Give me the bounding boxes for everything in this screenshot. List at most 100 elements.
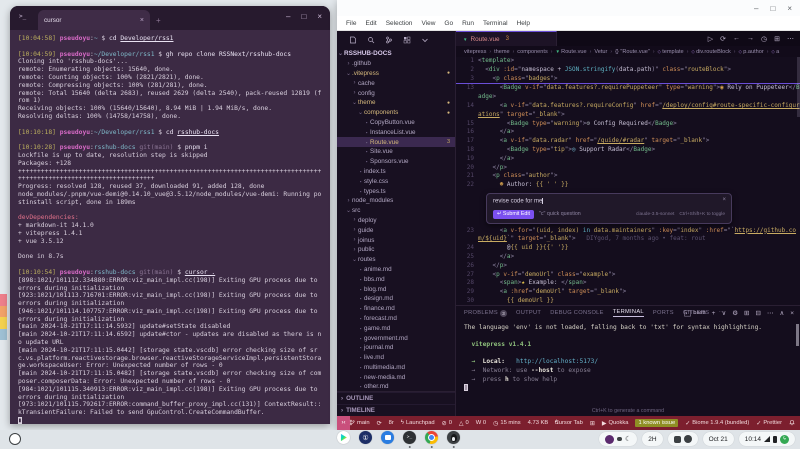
tree-item-live-md[interactable]: ▪live.md (337, 353, 455, 363)
tree-item-journal-md[interactable]: ▪journal.md (337, 343, 455, 353)
play-store-icon[interactable] (336, 431, 351, 448)
tree-item-sponsors-vue[interactable]: ▪Sponsors.vue (337, 157, 455, 167)
biome-item[interactable]: ✓Biome 1.9.4 (bundled) (685, 420, 749, 427)
menu-go[interactable]: Go (444, 20, 453, 27)
search-icon[interactable] (367, 36, 375, 44)
maximize-panel-icon[interactable]: ∧ (779, 309, 784, 317)
tree-item--vitepress[interactable]: ⌄.vitepress● (337, 69, 455, 79)
panel-tab-ports[interactable]: PORTS (653, 310, 674, 316)
minimize-icon[interactable]: – (286, 12, 290, 21)
breadcrumb-item[interactable]: ◇ div.routeBlock (691, 49, 730, 55)
tree-root[interactable]: ⌄RSSHUB-DOCS (337, 49, 455, 59)
tree-item-guide[interactable]: ›guide (337, 225, 455, 235)
run-icon[interactable]: ▷ (708, 35, 713, 43)
status-misc-item[interactable]: 8r (389, 420, 394, 426)
menu-help[interactable]: Help (517, 20, 530, 27)
chrome-icon[interactable] (424, 431, 439, 448)
split-panel-icon[interactable]: ⊞ (744, 309, 749, 317)
submit-edit-button[interactable]: ↵ Submit Edit (493, 210, 534, 219)
size-item[interactable]: 4.73 KB (528, 420, 549, 426)
tree-item-types-ts[interactable]: ▪types.ts (337, 186, 455, 196)
tree-item-multimedia-md[interactable]: ▪multimedia.md (337, 363, 455, 373)
panel-tab-debug-console[interactable]: DEBUG CONSOLE (550, 310, 604, 316)
tree-item-index-ts[interactable]: ▪index.ts (337, 167, 455, 177)
tree-item-cache[interactable]: ›cache (337, 78, 455, 88)
git-branch-item[interactable]: main (349, 419, 370, 428)
errors-item[interactable]: ⊘0 (442, 420, 452, 427)
chevron-down-icon[interactable] (421, 36, 429, 44)
breadcrumb-item[interactable]: ◇ a (771, 49, 779, 55)
tree-item-style-css[interactable]: ▪style.css (337, 176, 455, 186)
tree-item-design-md[interactable]: ▪design.md (337, 294, 455, 304)
close-panel-icon[interactable]: × (790, 310, 794, 317)
new-terminal-icon[interactable]: + (712, 310, 716, 317)
timeline-icon[interactable]: ◷ (761, 35, 767, 43)
menu-file[interactable]: File (346, 20, 356, 27)
outline-panel-header[interactable]: ›OUTLINE (337, 392, 455, 404)
notification-pill[interactable]: ☾ (599, 432, 637, 446)
menu-edit[interactable]: Edit (365, 20, 376, 27)
date-pill[interactable]: Oct 21 (703, 432, 734, 446)
tree-item-route-vue[interactable]: ▪Route.vue3 (337, 137, 455, 147)
menu-run[interactable]: Run (462, 20, 474, 27)
terminal-tab-close-icon[interactable]: × (140, 17, 144, 24)
tree-item-finance-md[interactable]: ▪finance.md (337, 304, 455, 314)
terminal-output[interactable]: [10:04:58] pseudoyu:~ $ cd Developer/rss… (10, 30, 330, 424)
wakatime-item[interactable]: ◷15 mins (493, 420, 521, 427)
tree-item-blog-md[interactable]: ▪blog.md (337, 284, 455, 294)
breadcrumb-item[interactable]: components (517, 49, 547, 55)
tree-item-public[interactable]: ›public (337, 245, 455, 255)
breadcrumb-item[interactable]: Vetur (594, 49, 607, 55)
tree-item-bbs-md[interactable]: ▪bbs.md (337, 274, 455, 284)
quick-question-button[interactable]: "c" quick question (539, 211, 581, 217)
ai-prompt-input[interactable]: revise code for me (493, 198, 725, 205)
breadcrumb[interactable]: vitepress›theme›components›▼ Route.vue›V… (456, 46, 800, 57)
panel-tab-terminal[interactable]: TERMINAL (613, 309, 644, 317)
warnings-item[interactable]: △0 (459, 420, 469, 427)
extensions-icon[interactable] (403, 36, 411, 44)
tree-item-site-vue[interactable]: ▪Site.vue (337, 147, 455, 157)
split-editor-icon[interactable]: ⊞ (774, 35, 780, 43)
tree-item-forecast-md[interactable]: ▪forecast.md (337, 314, 455, 324)
menu-view[interactable]: View (421, 20, 435, 27)
maximize-icon[interactable]: □ (301, 12, 306, 21)
integrated-terminal[interactable]: The language 'env' is not loaded, fallin… (456, 320, 800, 405)
launcher-icon[interactable] (9, 433, 21, 445)
tree-item-other-md[interactable]: ▪other.md (337, 382, 455, 391)
settings-icon[interactable]: ⚙ (732, 309, 738, 317)
model-selector[interactable]: claude-3.5-sonnet (636, 212, 674, 217)
tree-item-deploy[interactable]: ›deploy (337, 216, 455, 226)
1password-icon[interactable]: ① (358, 431, 373, 448)
breadcrumb-item[interactable]: ◇ template (658, 49, 684, 55)
crostini-terminal-icon[interactable]: >_ (402, 431, 417, 448)
source-control-icon[interactable] (385, 36, 393, 44)
tree-item-routes[interactable]: ⌄routes (337, 255, 455, 265)
screen-time-pill[interactable]: 2H (642, 432, 662, 446)
more-actions-icon[interactable]: ⋯ (787, 35, 794, 43)
files-icon[interactable] (380, 431, 395, 448)
known-issue-item[interactable]: 1 known issue (635, 419, 678, 427)
tree-item-anime-md[interactable]: ▪anime.md (337, 265, 455, 275)
tree-item-joinus[interactable]: ›joinus (337, 235, 455, 245)
tree-item-new-media-md[interactable]: ▪new-media.md (337, 372, 455, 382)
maximize-icon[interactable]: □ (770, 4, 775, 13)
forward-icon[interactable]: → (747, 35, 754, 42)
tree-item-game-md[interactable]: ▪game.md (337, 323, 455, 333)
breadcrumb-item[interactable]: ◇ p.author (738, 49, 763, 55)
more-icon[interactable]: ⋯ (767, 309, 774, 317)
tree-item-components[interactable]: ⌄components● (337, 108, 455, 118)
notifications-item[interactable] (789, 419, 795, 428)
dropdown-icon[interactable]: ∨ (721, 309, 726, 317)
timeline-panel-header[interactable]: ›TIMELINE (337, 404, 455, 416)
new-tab-icon[interactable]: + (156, 16, 161, 25)
breadcrumb-item[interactable]: theme (494, 49, 510, 55)
open-changes-icon[interactable]: ⟳ (720, 35, 726, 43)
files-icon[interactable] (349, 36, 357, 44)
tray-apps-pill[interactable] (668, 432, 698, 446)
panel-scrollbar[interactable] (796, 324, 799, 346)
breadcrumb-item[interactable]: ▼ Route.vue (555, 49, 586, 55)
cursor-tab-item[interactable]: Cursor Tab (555, 420, 583, 426)
launchpad-item[interactable]: ϟLaunchpad (401, 420, 435, 426)
quokka-item[interactable]: ▶Quokka (602, 420, 629, 427)
panel-tab-problems[interactable]: PROBLEMS3 (464, 310, 507, 317)
